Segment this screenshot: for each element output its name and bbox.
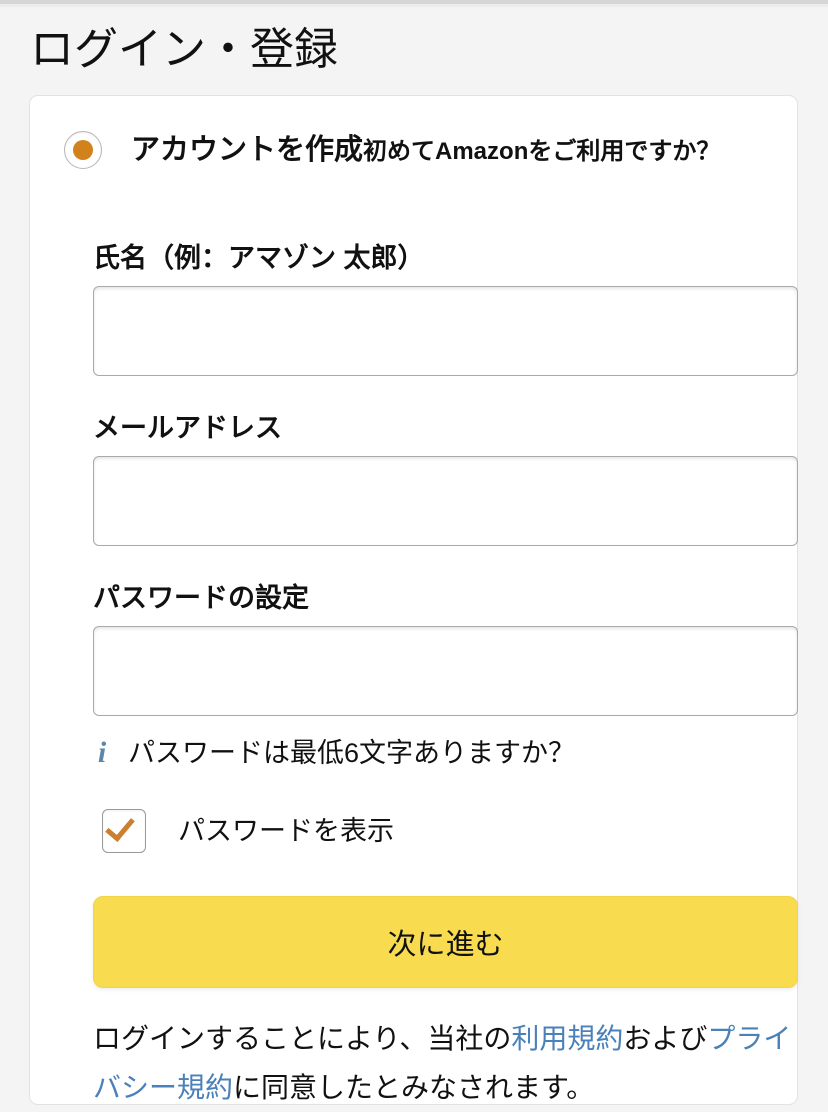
- show-password-checkbox[interactable]: [102, 809, 146, 853]
- name-input[interactable]: [93, 286, 798, 376]
- signup-card: アカウントを作成初めてAmazonをご利用ですか？ 氏名（例：アマゾン 太郎） …: [29, 95, 798, 1105]
- terms-text: ログインすることにより、当社の利用規約およびプライバシー規約に同意したとみなされ…: [93, 1014, 803, 1112]
- terms-suffix: に同意したとみなされます。: [233, 1072, 595, 1103]
- show-password-row[interactable]: パスワードを表示: [102, 809, 394, 853]
- create-account-subtitle: 初めてAmazonをご利用ですか？: [363, 138, 721, 165]
- terms-prefix: ログインすることにより、当社の: [93, 1023, 512, 1054]
- show-password-label: パスワードを表示: [178, 816, 394, 846]
- password-field-label: パスワードの設定: [93, 583, 309, 613]
- name-field-group: 氏名（例：アマゾン 太郎）: [93, 241, 798, 376]
- info-icon: i: [97, 736, 107, 769]
- password-hint-text: パスワードは最低6文字ありますか？: [128, 738, 576, 768]
- continue-button[interactable]: 次に進む: [93, 896, 798, 988]
- radio-button-create-account[interactable]: [64, 131, 102, 169]
- create-account-labels: アカウントを作成初めてAmazonをご利用ですか？: [131, 129, 720, 173]
- email-field-group: メールアドレス: [93, 411, 798, 546]
- create-account-radio-row[interactable]: アカウントを作成初めてAmazonをご利用ですか？: [64, 129, 774, 173]
- password-input[interactable]: [93, 626, 798, 716]
- radio-selected-dot: [73, 140, 93, 160]
- page-title: ログイン・登録: [30, 25, 338, 74]
- terms-middle: および: [623, 1023, 708, 1054]
- password-hint-row: i パスワードは最低6文字ありますか？: [93, 736, 798, 770]
- terms-of-use-link[interactable]: 利用規約: [511, 1023, 623, 1054]
- name-field-label: 氏名（例：アマゾン 太郎）: [93, 243, 425, 273]
- password-field-group: パスワードの設定: [93, 581, 798, 716]
- create-account-title: アカウントを作成: [131, 134, 364, 166]
- email-input[interactable]: [93, 456, 798, 546]
- email-field-label: メールアドレス: [93, 413, 282, 443]
- page-container: ログイン・登録 アカウントを作成初めてAmazonをご利用ですか？ 氏名（例：ア…: [0, 7, 828, 1105]
- checkmark-icon: [105, 811, 135, 842]
